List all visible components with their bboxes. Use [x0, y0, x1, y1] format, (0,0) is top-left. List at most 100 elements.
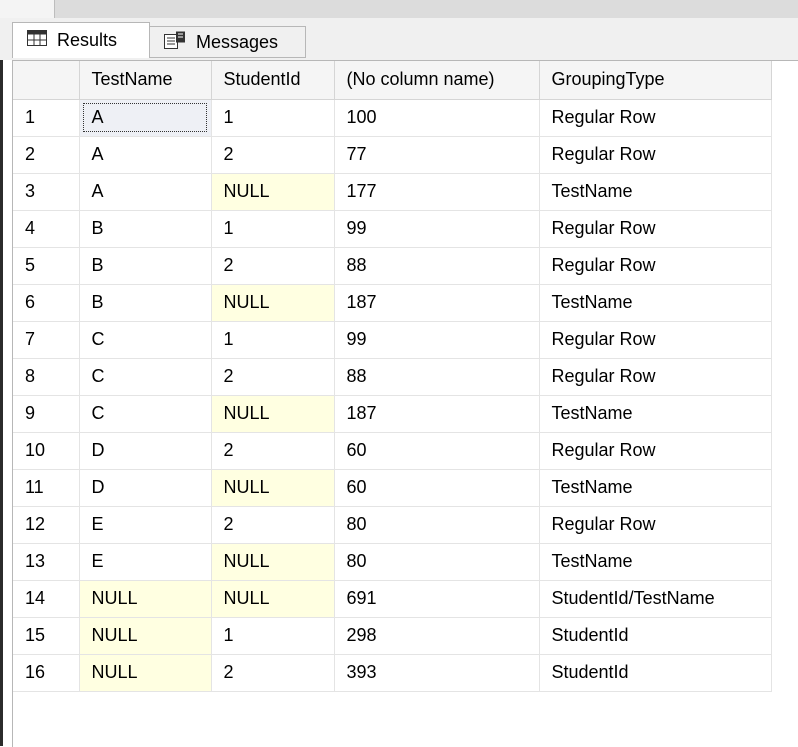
- value-cell[interactable]: 298: [334, 617, 540, 655]
- testname-cell[interactable]: C: [79, 395, 212, 433]
- studentid-cell[interactable]: 2: [211, 136, 335, 174]
- studentid-cell[interactable]: 2: [211, 432, 335, 470]
- row-number[interactable]: 13: [13, 543, 80, 581]
- value-cell[interactable]: 177: [334, 173, 540, 211]
- studentid-cell[interactable]: 1: [211, 617, 335, 655]
- studentid-cell[interactable]: NULL: [211, 543, 335, 581]
- groupingtype-cell[interactable]: Regular Row: [539, 432, 772, 470]
- groupingtype-cell[interactable]: StudentId: [539, 617, 772, 655]
- value-cell[interactable]: 99: [334, 210, 540, 248]
- row-number[interactable]: 1: [13, 99, 80, 137]
- groupingtype-cell[interactable]: Regular Row: [539, 358, 772, 396]
- studentid-cell[interactable]: 1: [211, 210, 335, 248]
- studentid-cell[interactable]: NULL: [211, 173, 335, 211]
- value-cell[interactable]: 80: [334, 543, 540, 581]
- value-cell[interactable]: 60: [334, 432, 540, 470]
- groupingtype-cell[interactable]: Regular Row: [539, 321, 772, 359]
- column-header-studentid[interactable]: StudentId: [211, 61, 335, 100]
- column-header-groupingtype[interactable]: GroupingType: [539, 61, 772, 100]
- row-number[interactable]: 4: [13, 210, 80, 248]
- row-number[interactable]: 9: [13, 395, 80, 433]
- testname-cell[interactable]: B: [79, 247, 212, 285]
- studentid-cell[interactable]: NULL: [211, 580, 335, 618]
- row-number[interactable]: 6: [13, 284, 80, 322]
- table-row[interactable]: 6 B NULL 187 TestName: [13, 284, 772, 322]
- table-row[interactable]: 12 E 2 80 Regular Row: [13, 506, 772, 544]
- testname-cell[interactable]: E: [79, 506, 212, 544]
- table-row[interactable]: 5 B 2 88 Regular Row: [13, 247, 772, 285]
- table-row[interactable]: 11 D NULL 60 TestName: [13, 469, 772, 507]
- value-cell[interactable]: 60: [334, 469, 540, 507]
- testname-cell[interactable]: NULL: [79, 617, 212, 655]
- value-cell[interactable]: 99: [334, 321, 540, 359]
- studentid-cell[interactable]: 2: [211, 654, 335, 692]
- value-cell[interactable]: 187: [334, 284, 540, 322]
- value-cell[interactable]: 80: [334, 506, 540, 544]
- testname-cell[interactable]: B: [79, 284, 212, 322]
- studentid-cell[interactable]: NULL: [211, 395, 335, 433]
- testname-cell[interactable]: A: [79, 173, 212, 211]
- table-row[interactable]: 15 NULL 1 298 StudentId: [13, 617, 772, 655]
- query-tab-stub[interactable]: [0, 0, 55, 18]
- table-row[interactable]: 14 NULL NULL 691 StudentId/TestName: [13, 580, 772, 618]
- groupingtype-cell[interactable]: TestName: [539, 469, 772, 507]
- testname-cell[interactable]: NULL: [79, 580, 212, 618]
- studentid-cell[interactable]: 1: [211, 99, 335, 137]
- studentid-cell[interactable]: NULL: [211, 469, 335, 507]
- studentid-cell[interactable]: 1: [211, 321, 335, 359]
- value-cell[interactable]: 88: [334, 358, 540, 396]
- value-cell[interactable]: 393: [334, 654, 540, 692]
- row-number[interactable]: 5: [13, 247, 80, 285]
- testname-cell[interactable]: NULL: [79, 654, 212, 692]
- groupingtype-cell[interactable]: TestName: [539, 173, 772, 211]
- row-number[interactable]: 2: [13, 136, 80, 174]
- table-row[interactable]: 9 C NULL 187 TestName: [13, 395, 772, 433]
- groupingtype-cell[interactable]: StudentId/TestName: [539, 580, 772, 618]
- groupingtype-cell[interactable]: Regular Row: [539, 99, 772, 137]
- row-number[interactable]: 12: [13, 506, 80, 544]
- value-cell[interactable]: 88: [334, 247, 540, 285]
- value-cell[interactable]: 187: [334, 395, 540, 433]
- studentid-cell[interactable]: 2: [211, 358, 335, 396]
- tab-results[interactable]: Results: [12, 22, 150, 58]
- studentid-cell[interactable]: 2: [211, 247, 335, 285]
- groupingtype-cell[interactable]: Regular Row: [539, 136, 772, 174]
- table-row[interactable]: 16 NULL 2 393 StudentId: [13, 654, 772, 692]
- column-header-no-column-name[interactable]: (No column name): [334, 61, 540, 100]
- value-cell[interactable]: 77: [334, 136, 540, 174]
- value-cell[interactable]: 691: [334, 580, 540, 618]
- table-row[interactable]: 1 A 1 100 Regular Row: [13, 99, 772, 137]
- table-row[interactable]: 10 D 2 60 Regular Row: [13, 432, 772, 470]
- results-grid[interactable]: TestName StudentId (No column name) Grou…: [12, 60, 798, 747]
- groupingtype-cell[interactable]: Regular Row: [539, 247, 772, 285]
- row-number[interactable]: 14: [13, 580, 80, 618]
- column-header-testname[interactable]: TestName: [79, 61, 212, 100]
- groupingtype-cell[interactable]: Regular Row: [539, 210, 772, 248]
- table-row[interactable]: 13 E NULL 80 TestName: [13, 543, 772, 581]
- row-number[interactable]: 3: [13, 173, 80, 211]
- groupingtype-cell[interactable]: TestName: [539, 284, 772, 322]
- testname-cell[interactable]: E: [79, 543, 212, 581]
- groupingtype-cell[interactable]: StudentId: [539, 654, 772, 692]
- table-row[interactable]: 3 A NULL 177 TestName: [13, 173, 772, 211]
- row-number[interactable]: 10: [13, 432, 80, 470]
- testname-cell[interactable]: C: [79, 358, 212, 396]
- groupingtype-cell[interactable]: TestName: [539, 543, 772, 581]
- value-cell[interactable]: 100: [334, 99, 540, 137]
- row-number[interactable]: 8: [13, 358, 80, 396]
- testname-cell[interactable]: A: [79, 136, 212, 174]
- table-row[interactable]: 2 A 2 77 Regular Row: [13, 136, 772, 174]
- row-number[interactable]: 11: [13, 469, 80, 507]
- studentid-cell[interactable]: 2: [211, 506, 335, 544]
- groupingtype-cell[interactable]: Regular Row: [539, 506, 772, 544]
- table-row[interactable]: 4 B 1 99 Regular Row: [13, 210, 772, 248]
- testname-cell[interactable]: D: [79, 469, 212, 507]
- row-number[interactable]: 7: [13, 321, 80, 359]
- testname-cell[interactable]: A: [79, 99, 212, 137]
- testname-cell[interactable]: B: [79, 210, 212, 248]
- table-row[interactable]: 7 C 1 99 Regular Row: [13, 321, 772, 359]
- testname-cell[interactable]: C: [79, 321, 212, 359]
- row-number[interactable]: 15: [13, 617, 80, 655]
- table-row[interactable]: 8 C 2 88 Regular Row: [13, 358, 772, 396]
- tab-messages[interactable]: Messages: [150, 26, 306, 58]
